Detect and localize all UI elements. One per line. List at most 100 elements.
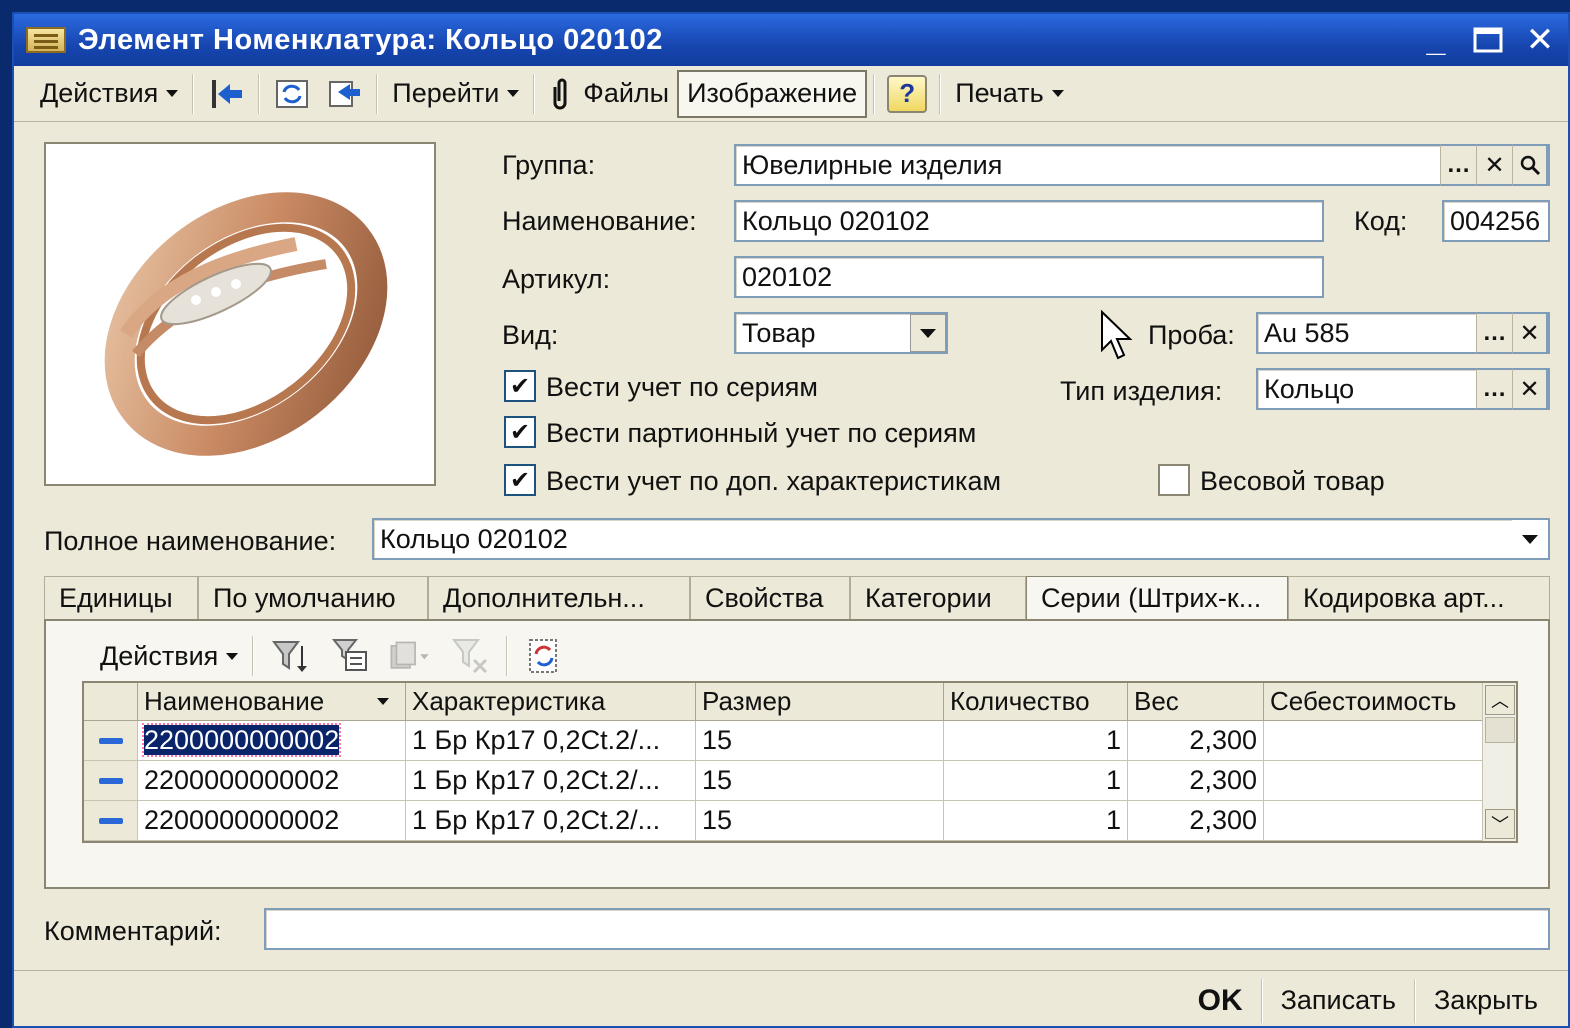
- close-icon[interactable]: ✕: [1520, 20, 1560, 60]
- group-select-button[interactable]: …: [1440, 144, 1476, 186]
- tab-label: По умолчанию: [213, 583, 396, 613]
- cell-weight[interactable]: 2,300: [1128, 761, 1264, 801]
- bottom-button-bar: OK Записать Закрыть: [14, 970, 1568, 1028]
- goto-menu-button[interactable]: Перейти: [384, 71, 527, 117]
- kind-dropdown-button[interactable]: [910, 314, 946, 352]
- full-name-label: Полное наименование:: [44, 526, 337, 556]
- cell-characteristic[interactable]: 1 Бр Кр17 0,2Ct.2/...: [406, 761, 696, 801]
- group-field[interactable]: Ювелирные изделия: [734, 144, 1550, 186]
- print-menu-button[interactable]: Печать: [947, 71, 1071, 117]
- probe-clear-icon[interactable]: ✕: [1512, 312, 1548, 354]
- tab-additional[interactable]: Дополнительн...: [428, 576, 690, 620]
- minimize-icon[interactable]: _: [1416, 20, 1456, 60]
- comment-label: Комментарий:: [44, 916, 222, 946]
- swap-icon[interactable]: [324, 76, 364, 112]
- column-header-size[interactable]: Размер: [696, 683, 944, 721]
- full-name-field[interactable]: Кольцо 020102: [372, 518, 1550, 560]
- cell-name[interactable]: 2200000000002: [138, 761, 406, 801]
- tab-label: Единицы: [59, 583, 173, 613]
- cell-name[interactable]: 2200000000002: [138, 721, 406, 761]
- grid-scrollbar[interactable]: ︿ ﹀: [1482, 683, 1516, 841]
- tab-label: Категории: [865, 583, 992, 613]
- column-header-characteristic[interactable]: Характеристика: [406, 683, 696, 721]
- refresh-icon[interactable]: [522, 634, 566, 678]
- group-clear-icon[interactable]: ✕: [1476, 144, 1512, 186]
- group-search-icon[interactable]: [1512, 144, 1548, 186]
- cell-quantity[interactable]: 1: [944, 721, 1128, 761]
- product-type-select-button[interactable]: …: [1476, 368, 1512, 410]
- maximize-icon[interactable]: [1468, 20, 1508, 60]
- ok-button[interactable]: OK: [1180, 977, 1261, 1025]
- product-type-clear-icon[interactable]: ✕: [1512, 368, 1548, 410]
- goto-menu-label: Перейти: [392, 78, 500, 108]
- panel-actions-menu-button[interactable]: Действия: [92, 633, 246, 679]
- filter-icon[interactable]: [268, 634, 312, 678]
- cell-size[interactable]: 15: [696, 801, 944, 841]
- cell-cost[interactable]: [1264, 721, 1486, 761]
- cell-text: 2200000000002: [144, 805, 340, 835]
- actions-menu-button[interactable]: Действия: [32, 71, 186, 117]
- chevron-down-icon[interactable]: ﹀: [1485, 809, 1515, 839]
- print-menu-label: Печать: [955, 78, 1044, 108]
- probe-select-button[interactable]: …: [1476, 312, 1512, 354]
- table-row[interactable]: 2200000000002 1 Бр Кр17 0,2Ct.2/... 15 1…: [84, 761, 1486, 801]
- scrollbar-thumb[interactable]: [1485, 717, 1515, 743]
- image-button[interactable]: Изображение: [677, 69, 868, 118]
- tab-properties[interactable]: Свойства: [690, 576, 850, 620]
- tab-defaults[interactable]: По умолчанию: [198, 576, 428, 620]
- batch-checkbox[interactable]: ✔: [504, 416, 536, 448]
- name-field[interactable]: Кольцо 020102: [734, 200, 1324, 242]
- cell-quantity[interactable]: 1: [944, 801, 1128, 841]
- cell-text: 15: [702, 765, 733, 795]
- refresh-icon[interactable]: [272, 76, 312, 112]
- save-button-label: Записать: [1280, 985, 1396, 1015]
- save-button[interactable]: Записать: [1263, 977, 1414, 1025]
- table-row[interactable]: 2200000000002 1 Бр Кр17 0,2Ct.2/... 15 1…: [84, 801, 1486, 841]
- cell-cost[interactable]: [1264, 801, 1486, 841]
- tab-article-coding[interactable]: Кодировка арт...: [1288, 576, 1550, 620]
- series-checkbox[interactable]: ✔: [504, 370, 536, 402]
- cell-size[interactable]: 15: [696, 721, 944, 761]
- tab-label: Кодировка арт...: [1303, 583, 1505, 613]
- column-header-quantity[interactable]: Количество: [944, 683, 1128, 721]
- title-bar[interactable]: Элемент Номенклатура: Кольцо 020102 _ ✕: [14, 14, 1568, 66]
- extra-characteristics-checkbox[interactable]: ✔: [504, 464, 536, 496]
- code-field[interactable]: 004256: [1442, 200, 1550, 242]
- series-grid[interactable]: Наименование Характеристика Размер Колич…: [82, 681, 1518, 843]
- column-header-label: Себестоимость: [1270, 686, 1457, 716]
- table-row[interactable]: 2200000000002 1 Бр Кр17 0,2Ct.2/... 15 1…: [84, 721, 1486, 761]
- column-header-name[interactable]: Наименование: [138, 683, 406, 721]
- cell-cost[interactable]: [1264, 761, 1486, 801]
- comment-field[interactable]: [264, 908, 1550, 950]
- cell-text: 2,300: [1189, 765, 1257, 795]
- column-header-label: Вес: [1134, 686, 1179, 716]
- copy-icon[interactable]: [388, 634, 432, 678]
- tab-categories[interactable]: Категории: [850, 576, 1026, 620]
- tab-units[interactable]: Единицы: [44, 576, 198, 620]
- cell-quantity[interactable]: 1: [944, 761, 1128, 801]
- cell-text: 2,300: [1189, 805, 1257, 835]
- article-field[interactable]: 020102: [734, 256, 1324, 298]
- cell-characteristic[interactable]: 1 Бр Кр17 0,2Ct.2/...: [406, 801, 696, 841]
- row-marker-icon: [84, 801, 138, 841]
- weight-item-checkbox[interactable]: [1158, 464, 1190, 496]
- cell-weight[interactable]: 2,300: [1128, 801, 1264, 841]
- cell-weight[interactable]: 2,300: [1128, 721, 1264, 761]
- full-name-dropdown-button[interactable]: [1512, 520, 1548, 558]
- cell-size[interactable]: 15: [696, 761, 944, 801]
- filter-list-icon[interactable]: [328, 634, 372, 678]
- product-image[interactable]: [44, 142, 436, 486]
- ok-button-label: OK: [1197, 983, 1243, 1017]
- help-button[interactable]: ?: [887, 74, 928, 113]
- chevron-up-icon[interactable]: ︿: [1485, 685, 1515, 715]
- column-header-weight[interactable]: Вес: [1128, 683, 1264, 721]
- clear-filter-icon[interactable]: [448, 634, 492, 678]
- cell-name[interactable]: 2200000000002: [138, 801, 406, 841]
- cell-text: 1: [1105, 805, 1121, 835]
- cell-characteristic[interactable]: 1 Бр Кр17 0,2Ct.2/...: [406, 721, 696, 761]
- close-button[interactable]: Закрыть: [1416, 977, 1556, 1025]
- column-header-cost[interactable]: Себестоимость: [1264, 683, 1486, 721]
- tab-series[interactable]: Серии (Штрих-к...: [1026, 576, 1288, 622]
- files-button[interactable]: Файлы: [541, 71, 677, 117]
- arrow-left-icon[interactable]: [206, 76, 246, 112]
